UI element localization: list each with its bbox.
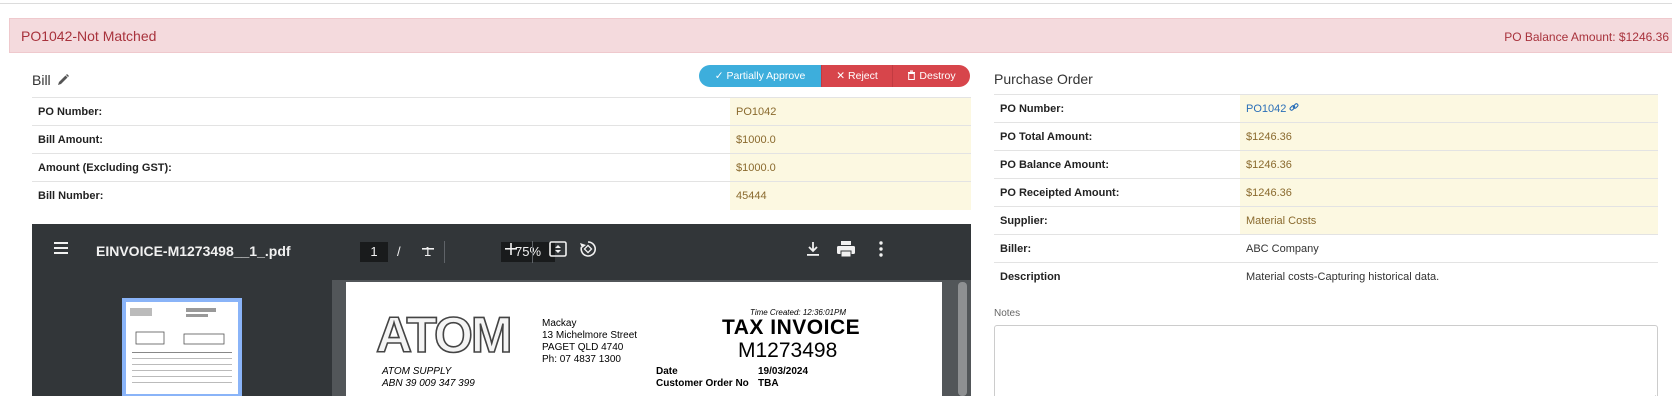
invoice-address-line-2: PAGET QLD 4740 — [542, 342, 624, 353]
more-icon[interactable] — [872, 240, 890, 263]
po-receipted-amount-label: PO Receipted Amount: — [994, 178, 1240, 207]
bill-heading: Bill — [32, 72, 70, 88]
bill-action-group: ✓ Partially Approve ✕ Reject Destroy — [699, 65, 970, 87]
zoom-out-icon[interactable] — [419, 240, 437, 263]
po-total-amount-value: $1246.36 — [1240, 122, 1658, 151]
trash-icon — [907, 70, 916, 83]
notes-label: Notes — [994, 308, 1021, 319]
bill-details-table: PO Number: PO1042 Bill Amount: $1000.0 A… — [32, 97, 971, 210]
invoice-abn: ABN 39 009 347 399 — [382, 378, 475, 389]
bill-amount-label: Bill Amount: — [32, 125, 730, 154]
invoice-branch: Mackay — [542, 318, 577, 329]
purchase-order-heading: Purchase Order — [994, 71, 1093, 87]
amount-excl-gst-label: Amount (Excluding GST): — [32, 153, 730, 182]
partially-approve-button[interactable]: ✓ Partially Approve — [699, 65, 821, 87]
biller-value: ABC Company — [1240, 234, 1658, 263]
pdf-scrollbar[interactable] — [958, 282, 967, 396]
table-row: Bill Amount: $1000.0 — [32, 125, 971, 154]
po-number-cell: PO1042 — [1240, 94, 1658, 123]
supplier-label: Supplier: — [994, 206, 1240, 235]
supplier-value: Material Costs — [1240, 206, 1658, 235]
link-icon[interactable] — [1289, 103, 1299, 115]
description-value: Material costs-Capturing historical data… — [1240, 262, 1658, 291]
table-row: Supplier: Material Costs — [994, 206, 1658, 235]
description-label: Description — [994, 262, 1240, 291]
check-icon: ✓ — [714, 70, 724, 82]
thumbnail-page — [126, 302, 238, 394]
po-number-label: PO Number: — [994, 94, 1240, 123]
invoice-doc-number: M1273498 — [738, 339, 838, 362]
alert-title: PO1042-Not Matched — [21, 28, 157, 44]
pdf-page-separator: / — [397, 244, 401, 259]
toolbar-divider — [532, 241, 533, 263]
invoice-address-line-1: 13 Michelmore Street — [542, 330, 638, 341]
destroy-button[interactable]: Destroy — [892, 65, 970, 87]
purchase-order-table: PO Number: PO1042 PO Total Amount: $1246… — [994, 94, 1658, 291]
biller-label: Biller: — [994, 234, 1240, 263]
bill-po-number-value: PO1042 — [730, 97, 971, 126]
table-row: PO Number: PO1042 — [32, 97, 971, 126]
po-balance-amount-value: $1246.36 — [1240, 150, 1658, 179]
print-icon[interactable] — [836, 240, 856, 263]
invoice-order-value: TBA — [758, 378, 779, 389]
invoice-company: ATOM SUPPLY — [382, 366, 452, 377]
zoom-in-icon[interactable] — [502, 240, 520, 263]
table-row: PO Total Amount: $1246.36 — [994, 122, 1658, 151]
fit-page-icon[interactable] — [548, 240, 568, 263]
pdf-toolbar: EINVOICE-M1273498__1_.pdf 1 / 1 75% — [32, 224, 971, 280]
notes-field[interactable] — [994, 325, 1658, 396]
po-number-link[interactable]: PO1042 — [1246, 103, 1286, 115]
menu-icon[interactable] — [52, 239, 70, 262]
pencil-icon[interactable] — [56, 73, 70, 87]
invoice-date-value: 19/03/2024 — [758, 366, 809, 377]
table-row: Bill Number: 45444 — [32, 181, 971, 210]
reject-label: Reject — [848, 70, 878, 82]
destroy-label: Destroy — [919, 70, 956, 82]
po-receipted-amount-value: $1246.36 — [1240, 178, 1658, 207]
download-icon[interactable] — [804, 240, 822, 263]
reject-button[interactable]: ✕ Reject — [821, 65, 892, 87]
invoice-order-label: Customer Order No — [656, 378, 749, 389]
table-row: PO Receipted Amount: $1246.36 — [994, 178, 1658, 207]
table-row: Description Material costs-Capturing his… — [994, 262, 1658, 291]
bill-title: Bill — [32, 72, 51, 88]
partially-approve-label: Partially Approve — [726, 70, 806, 82]
pdf-viewer: EINVOICE-M1273498__1_.pdf 1 / 1 75% ATOM… — [32, 224, 971, 396]
bill-number-label: Bill Number: — [32, 181, 730, 210]
atom-logo: ATOM — [374, 306, 522, 364]
table-row: Amount (Excluding GST): $1000.0 — [32, 153, 971, 182]
amount-excl-gst-value: $1000.0 — [730, 153, 971, 182]
match-status-alert: PO1042-Not Matched PO Balance Amount: $1… — [9, 18, 1672, 53]
table-row: PO Balance Amount: $1246.36 — [994, 150, 1658, 179]
po-total-amount-label: PO Total Amount: — [994, 122, 1240, 151]
pdf-page: ATOM Mackay 13 Michelmore Street PAGET Q… — [346, 282, 942, 396]
toolbar-divider — [444, 241, 445, 263]
table-row: PO Number: PO1042 — [994, 94, 1658, 123]
svg-text:ATOM: ATOM — [376, 310, 511, 358]
rotate-icon[interactable] — [578, 239, 598, 264]
pdf-page-thumbnail[interactable] — [122, 298, 242, 396]
top-divider — [0, 0, 1672, 4]
invoice-date-label: Date — [656, 366, 678, 377]
invoice-phone: Ph: 07 4837 1300 — [542, 354, 621, 365]
bill-amount-value: $1000.0 — [730, 125, 971, 154]
alert-po-balance: PO Balance Amount: $1246.36 — [1504, 30, 1669, 44]
invoice-doc-title: TAX INVOICE — [722, 316, 861, 339]
bill-po-number-label: PO Number: — [32, 97, 730, 126]
pdf-filename: EINVOICE-M1273498__1_.pdf — [96, 243, 291, 259]
bill-number-value: 45444 — [730, 181, 971, 210]
table-row: Biller: ABC Company — [994, 234, 1658, 263]
po-balance-amount-label: PO Balance Amount: — [994, 150, 1240, 179]
pdf-page-input[interactable]: 1 — [360, 242, 388, 262]
close-icon: ✕ — [836, 70, 846, 82]
